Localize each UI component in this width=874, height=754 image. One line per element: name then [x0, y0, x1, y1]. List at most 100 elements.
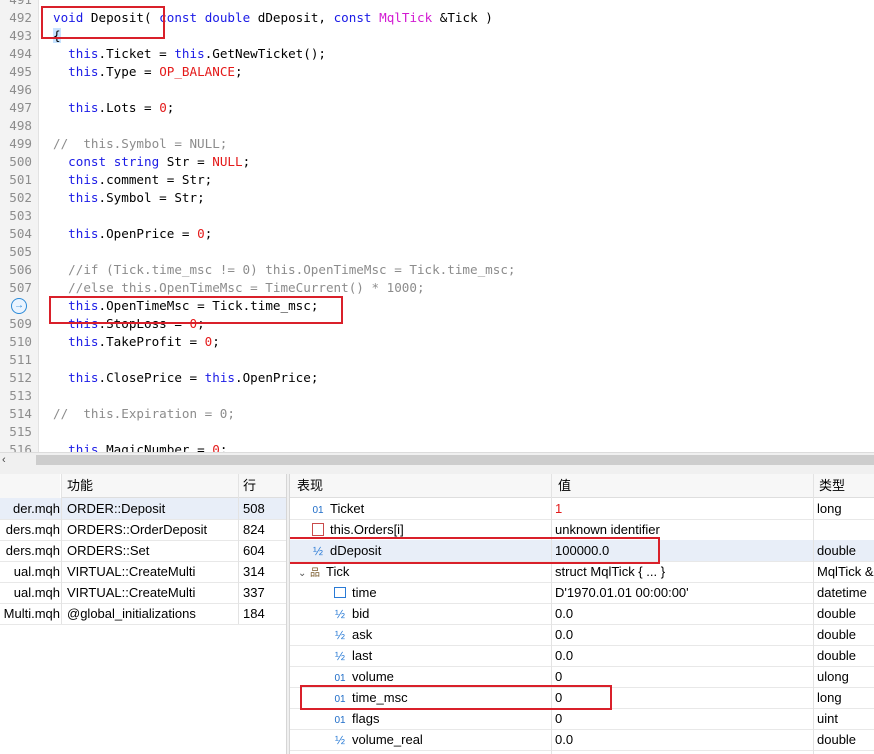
watch-row[interactable]: ½ dDeposit 100000.0 double: [290, 540, 874, 562]
watch-row[interactable]: time D'1970.01.01 00:00:00' datetime: [290, 582, 874, 604]
horizontal-scrollbar[interactable]: ‹: [0, 452, 874, 467]
code-editor[interactable]: 491492 void Deposit( const double dDeposi…: [0, 0, 874, 452]
code-line[interactable]: 515: [0, 423, 874, 441]
call-stack-header-function[interactable]: 功能: [62, 474, 238, 498]
line-number: 505: [9, 244, 32, 259]
code-token: .Symbol = Str;: [98, 190, 205, 205]
line-number: 516: [9, 442, 32, 452]
watch-expression: 01 time_msc: [320, 687, 590, 710]
code-line[interactable]: 516 this.MagicNumber = 0;: [0, 441, 874, 452]
watch-panel[interactable]: 表现 值 类型 01 Ticket 1 long this.Orders[i] unkno…: [290, 474, 874, 754]
code-token: this: [68, 442, 99, 452]
watch-row[interactable]: ½ bid 0.0 double: [290, 603, 874, 625]
code-token: this: [68, 64, 99, 79]
watch-type: MqlTick &: [817, 564, 874, 579]
watch-row[interactable]: ½ ask 0.0 double: [290, 624, 874, 646]
watch-row[interactable]: 01 volume 0 ulong: [290, 666, 874, 688]
code-line[interactable]: 491: [0, 0, 874, 9]
watch-row[interactable]: this.Orders[i] unknown identifier: [290, 519, 874, 541]
code-token: Str =: [159, 154, 213, 169]
code-token: this: [68, 190, 99, 205]
code-line[interactable]: 513: [0, 387, 874, 405]
code-line[interactable]: 499 // this.Symbol = NULL;: [0, 135, 874, 153]
code-token: this: [68, 334, 99, 349]
code-token: .GetNewTicket();: [204, 46, 327, 61]
call-stack-header-file[interactable]: [0, 474, 60, 499]
code-line[interactable]: 509 this.StopLoss = 0;: [0, 315, 874, 333]
call-stack-row[interactable]: ders.mqh ORDERS::Set 604: [0, 540, 286, 562]
code-line[interactable]: 514 // this.Expiration = 0;: [0, 405, 874, 423]
code-line[interactable]: 502 this.Symbol = Str;: [0, 189, 874, 207]
call-stack-line: 337: [243, 585, 265, 600]
code-token: .TakeProfit =: [98, 334, 205, 349]
call-stack-row[interactable]: ual.mqh VIRTUAL::CreateMulti 337: [0, 582, 286, 604]
integer-type-icon: 01: [334, 715, 346, 726]
watch-header-value[interactable]: 值: [551, 474, 813, 498]
code-line[interactable]: 498: [0, 117, 874, 135]
code-line[interactable]: 495 this.Type = OP_BALANCE;: [0, 63, 874, 81]
watch-row[interactable]: ½ volume_real 0.0 double: [290, 729, 874, 751]
call-stack-row[interactable]: der.mqh ORDER::Deposit 508: [0, 498, 286, 520]
watch-name: ask: [352, 627, 373, 642]
line-number: 501: [9, 172, 32, 187]
code-token: NULL: [212, 154, 243, 169]
watch-value: 100000.0: [555, 543, 610, 558]
watch-row[interactable]: ⌄ 品 Tick struct MqlTick { ... } MqlTick &: [290, 561, 874, 583]
code-line[interactable]: 506 //if (Tick.time_msc != 0) this.OpenT…: [0, 261, 874, 279]
code-text: void Deposit( const double dDeposit, con…: [53, 9, 493, 27]
panel-separator[interactable]: [0, 467, 874, 474]
watch-row[interactable]: 01 flags 0 uint: [290, 708, 874, 730]
code-token: .Type =: [98, 64, 160, 79]
code-token: 0: [197, 226, 205, 241]
code-line[interactable]: 507 //else this.OpenTimeMsc = TimeCurren…: [0, 279, 874, 297]
watch-row[interactable]: 01 Ticket 1 long: [290, 498, 874, 520]
code-line[interactable]: 501 this.comment = Str;: [0, 171, 874, 189]
scroll-left-icon[interactable]: ‹: [2, 453, 6, 467]
code-line[interactable]: 512 this.ClosePrice = this.OpenPrice;: [0, 369, 874, 387]
code-text: // this.Symbol = NULL;: [53, 135, 227, 153]
code-token: Deposit(: [83, 10, 160, 25]
code-text: // this.Expiration = 0;: [53, 405, 235, 423]
code-line[interactable]: this.OpenTimeMsc = Tick.time_msc;: [0, 297, 874, 315]
call-stack-file: der.mqh: [13, 501, 60, 516]
call-stack-function: @global_initializations: [67, 606, 196, 621]
watch-name: flags: [352, 711, 380, 726]
code-line[interactable]: 500 const string Str = NULL;: [0, 153, 874, 171]
code-line[interactable]: 504 this.OpenPrice = 0;: [0, 225, 874, 243]
watch-type: double: [817, 543, 857, 558]
call-stack-panel[interactable]: 功能 行 der.mqh ORDER::Deposit 508 ders.mqh ORD…: [0, 474, 286, 754]
watch-type: ulong: [817, 669, 849, 684]
call-stack-row[interactable]: Multi.mqh @global_initializations 184: [0, 603, 286, 625]
watch-value: 0: [555, 711, 563, 726]
watch-row[interactable]: 01 time_msc 0 long: [290, 687, 874, 709]
code-line[interactable]: 505: [0, 243, 874, 261]
code-line[interactable]: 503: [0, 207, 874, 225]
watch-value: 1: [555, 501, 563, 516]
watch-row[interactable]: ½ last 0.0 double: [290, 645, 874, 667]
expand-chevron-icon[interactable]: ⌄: [298, 563, 310, 584]
code-line[interactable]: 497 this.Lots = 0;: [0, 99, 874, 117]
code-line[interactable]: 511: [0, 351, 874, 369]
integer-type-icon: 01: [312, 505, 324, 516]
code-line[interactable]: 492 void Deposit( const double dDeposit, …: [0, 9, 874, 27]
code-text: this.comment = Str;: [53, 171, 212, 189]
line-number: 498: [9, 118, 32, 133]
code-text: this.Type = OP_BALANCE;: [53, 63, 242, 81]
code-line[interactable]: 496: [0, 81, 874, 99]
call-stack-row[interactable]: ual.mqh VIRTUAL::CreateMulti 314: [0, 561, 286, 583]
code-line[interactable]: 510 this.TakeProfit = 0;: [0, 333, 874, 351]
call-stack-header-line[interactable]: 行: [238, 474, 286, 498]
code-line[interactable]: 493 {: [0, 27, 874, 45]
code-token: string: [113, 154, 160, 169]
scrollbar-thumb[interactable]: [36, 455, 874, 465]
watch-header-type[interactable]: 类型: [813, 474, 874, 498]
watch-header-expression[interactable]: 表现: [290, 474, 551, 498]
line-number: 511: [9, 352, 32, 367]
call-stack-row[interactable]: ders.mqh ORDERS::OrderDeposit 824: [0, 519, 286, 541]
code-token: .StopLoss =: [98, 316, 190, 331]
code-line[interactable]: 494 this.Ticket = this.GetNewTicket();: [0, 45, 874, 63]
call-stack-line: 314: [243, 564, 265, 579]
